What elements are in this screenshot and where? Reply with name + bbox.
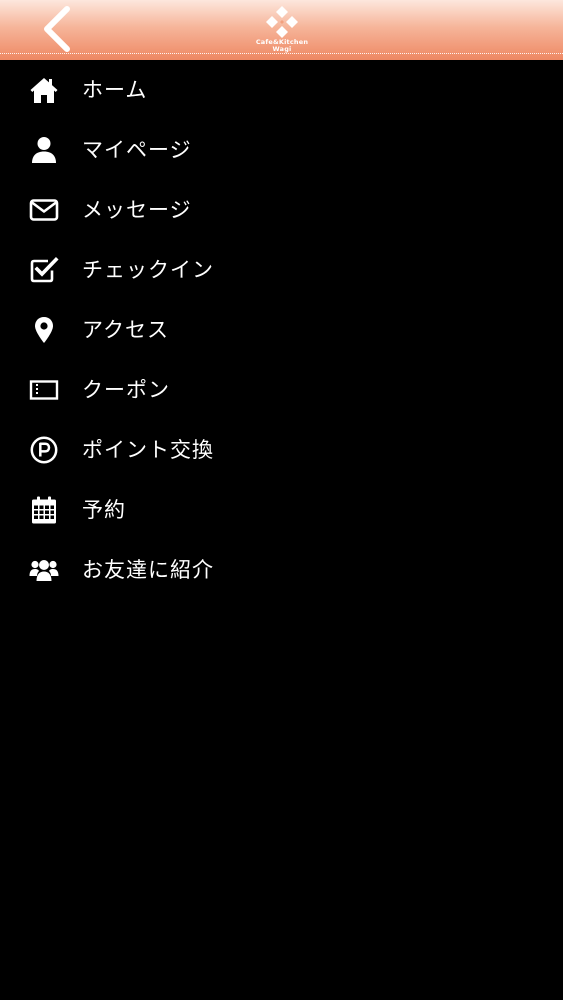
point-icon	[29, 435, 59, 465]
app-logo: Cafe&Kitchen Wagi	[248, 4, 316, 54]
check-square-icon	[29, 255, 59, 285]
menu-item-label: クーポン	[82, 378, 170, 402]
map-marker-icon	[29, 315, 59, 345]
menu-item-reservation[interactable]: 予約	[0, 480, 563, 540]
menu-item-message[interactable]: メッセージ	[0, 180, 563, 240]
user-icon	[29, 135, 59, 165]
menu-item-label: ポイント交換	[82, 438, 214, 462]
menu-item-label: 予約	[82, 498, 126, 522]
home-icon	[29, 75, 59, 105]
menu-item-invite-friends[interactable]: お友達に紹介	[0, 540, 563, 600]
menu-item-label: チェックイン	[82, 258, 214, 282]
menu-item-access[interactable]: アクセス	[0, 300, 563, 360]
header-stitch-divider	[0, 53, 563, 54]
app-header: Cafe&Kitchen Wagi	[0, 0, 563, 60]
menu-item-checkin[interactable]: チェックイン	[0, 240, 563, 300]
chevron-left-icon	[44, 6, 70, 52]
ticket-icon	[29, 375, 59, 405]
calendar-icon	[29, 495, 59, 525]
diamond-logo-icon	[266, 6, 298, 38]
menu-item-point-exchange[interactable]: ポイント交換	[0, 420, 563, 480]
back-button[interactable]	[28, 0, 86, 58]
menu-item-label: ホーム	[82, 78, 148, 102]
menu-item-label: マイページ	[82, 138, 192, 162]
menu-item-label: お友達に紹介	[82, 558, 214, 582]
menu-item-label: アクセス	[82, 318, 169, 342]
logo-text-line2: Wagi	[272, 45, 292, 53]
envelope-icon	[29, 195, 59, 225]
menu-item-coupon[interactable]: クーポン	[0, 360, 563, 420]
users-icon	[29, 555, 59, 585]
menu-item-label: メッセージ	[82, 198, 192, 222]
side-menu: ホーム マイページ メッセージ チェックイン アクセス クーポン ポイント交換 …	[0, 60, 563, 600]
menu-item-mypage[interactable]: マイページ	[0, 120, 563, 180]
menu-item-home[interactable]: ホーム	[0, 60, 563, 120]
